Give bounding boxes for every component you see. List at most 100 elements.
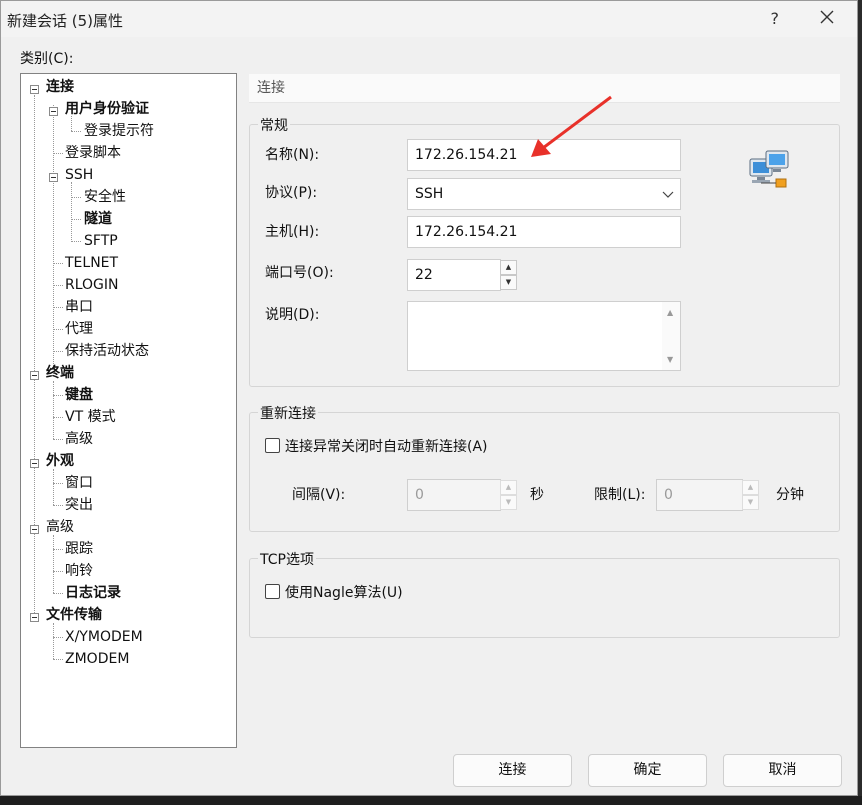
tree-item-keyboard[interactable]: 键盘 (65, 384, 93, 406)
tree-item-highlight[interactable]: 突出 (65, 494, 93, 516)
collapse-icon[interactable] (30, 525, 39, 534)
tree-item-terminal-advanced[interactable]: 高级 (65, 428, 93, 450)
port-input[interactable]: 22 (407, 259, 501, 291)
tree-item-proxy[interactable]: 代理 (65, 318, 93, 340)
tree-item-logging[interactable]: 日志记录 (65, 582, 121, 604)
tree-line (71, 241, 81, 242)
tree-item-ssh[interactable]: SSH (65, 164, 93, 186)
name-label: 名称(N): (265, 147, 320, 163)
description-scrollbar[interactable]: ▲ ▼ (662, 302, 680, 370)
port-label: 端口号(O): (265, 265, 334, 281)
category-label: 类别(C): (20, 51, 74, 67)
close-icon[interactable] (817, 7, 837, 27)
protocol-select[interactable]: SSH (407, 178, 681, 210)
window-title: 新建会话 (5)属性 (7, 12, 124, 30)
auto-reconnect-label[interactable]: 连接异常关闭时自动重新连接(A) (285, 436, 488, 456)
tree-line (53, 285, 63, 286)
tree-item-rlogin[interactable]: RLOGIN (65, 274, 119, 296)
tree-item-telnet[interactable]: TELNET (65, 252, 118, 274)
collapse-icon[interactable] (30, 85, 39, 94)
tree-line (53, 263, 63, 264)
reconnect-group-title: 重新连接 (258, 403, 318, 423)
interval-input[interactable]: 0 (407, 479, 501, 511)
tree-item-connection[interactable]: 连接 (46, 76, 74, 98)
tcp-group-title: TCP选项 (258, 549, 316, 569)
session-properties-dialog: 新建会话 (5)属性 ? 类别(C): 连接 用户身份验证 登录提示符 登录脚本… (0, 0, 858, 796)
tree-line (71, 182, 72, 240)
interval-spinner[interactable]: ▲ ▼ (500, 479, 518, 511)
limit-unit: 分钟 (776, 487, 804, 503)
port-spinner[interactable]: ▲ ▼ (500, 259, 518, 291)
tree-item-zmodem[interactable]: ZMODEM (65, 648, 129, 670)
help-button[interactable]: ? (771, 9, 780, 28)
tree-item-bell[interactable]: 响铃 (65, 560, 93, 582)
tree-line (53, 623, 54, 659)
chevron-down-icon (662, 191, 674, 198)
connect-button[interactable]: 连接 (453, 754, 572, 787)
collapse-icon[interactable] (49, 173, 58, 182)
scroll-up-icon[interactable]: ▲ (667, 308, 673, 317)
auto-reconnect-checkbox[interactable] (265, 438, 280, 453)
tree-line (53, 381, 54, 439)
tree-item-window[interactable]: 窗口 (65, 472, 93, 494)
title-bar: 新建会话 (5)属性 ? (1, 1, 857, 37)
tree-item-security[interactable]: 安全性 (84, 186, 126, 208)
tree-item-appearance[interactable]: 外观 (46, 450, 74, 472)
tree-line (53, 469, 54, 505)
tree-item-file-transfer[interactable]: 文件传输 (46, 604, 102, 626)
tree-item-advanced[interactable]: 高级 (46, 516, 74, 538)
tree-item-terminal[interactable]: 终端 (46, 362, 74, 384)
tree-line (71, 219, 81, 220)
category-tree[interactable]: 连接 用户身份验证 登录提示符 登录脚本 SSH 安全性 隧道 SFTP TEL… (20, 73, 237, 748)
background-terminal-strip (0, 796, 862, 805)
collapse-icon[interactable] (30, 613, 39, 622)
tree-line (53, 351, 63, 352)
spin-up-icon[interactable]: ▲ (742, 480, 759, 495)
tree-item-serial[interactable]: 串口 (65, 296, 93, 318)
tree-line (53, 153, 63, 154)
nagle-label[interactable]: 使用Nagle算法(U) (285, 582, 403, 602)
spin-down-icon[interactable]: ▼ (742, 495, 759, 510)
spin-down-icon[interactable]: ▼ (500, 275, 517, 290)
tree-line (53, 105, 54, 374)
tree-line (53, 307, 63, 308)
reconnect-group: 重新连接 (249, 403, 840, 532)
tree-line (53, 549, 63, 550)
interval-unit: 秒 (530, 487, 544, 503)
red-arrow-annotation (531, 95, 612, 157)
spin-up-icon[interactable]: ▲ (500, 480, 517, 495)
host-input[interactable]: 172.26.154.21 (407, 216, 681, 248)
tree-item-trace[interactable]: 跟踪 (65, 538, 93, 560)
tree-item-login-prompt[interactable]: 登录提示符 (84, 120, 154, 142)
limit-label: 限制(L): (594, 487, 646, 503)
nagle-checkbox[interactable] (265, 584, 280, 599)
ok-button[interactable]: 确定 (588, 754, 707, 787)
tree-line (53, 637, 63, 638)
collapse-icon[interactable] (30, 371, 39, 380)
tree-item-vt-mode[interactable]: VT 模式 (65, 406, 116, 428)
description-textarea[interactable]: ▲ ▼ (407, 301, 681, 371)
host-label: 主机(H): (265, 224, 320, 240)
scroll-down-icon[interactable]: ▼ (667, 355, 673, 364)
limit-spinner[interactable]: ▲ ▼ (742, 479, 760, 511)
tree-line (53, 439, 63, 440)
collapse-icon[interactable] (49, 107, 58, 116)
spin-down-icon[interactable]: ▼ (500, 495, 517, 510)
tree-item-tunnel[interactable]: 隧道 (84, 208, 112, 230)
general-group-title: 常规 (258, 115, 290, 135)
cancel-button[interactable]: 取消 (723, 754, 842, 787)
tree-line (53, 659, 63, 660)
tree-line (71, 131, 81, 132)
tree-item-user-auth[interactable]: 用户身份验证 (65, 98, 149, 120)
tree-item-login-script[interactable]: 登录脚本 (65, 142, 121, 164)
tree-line (53, 395, 63, 396)
collapse-icon[interactable] (30, 459, 39, 468)
tree-item-xymodem[interactable]: X/YMODEM (65, 626, 143, 648)
limit-input[interactable]: 0 (656, 479, 743, 511)
spin-up-icon[interactable]: ▲ (500, 260, 517, 275)
tree-item-sftp[interactable]: SFTP (84, 230, 118, 252)
tree-line (53, 483, 63, 484)
tree-item-keepalive[interactable]: 保持活动状态 (65, 340, 149, 362)
tree-line (53, 571, 63, 572)
protocol-selected-value: SSH (415, 186, 444, 202)
